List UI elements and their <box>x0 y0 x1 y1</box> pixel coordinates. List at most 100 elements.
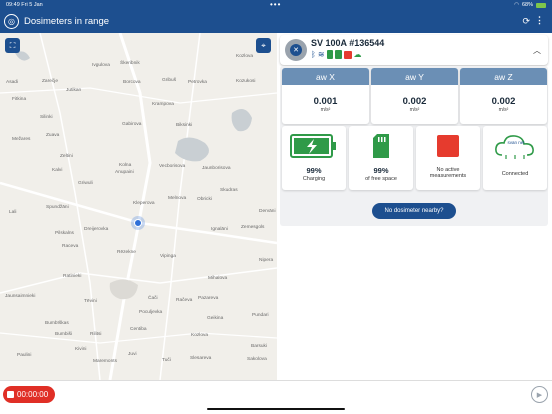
battery-label: Charging <box>302 176 326 182</box>
device-status-icons: ᛒ ≋ ☁ <box>311 50 362 59</box>
town-label: Silinki <box>40 115 53 120</box>
more-vert-icon[interactable]: ⋮ <box>535 15 544 26</box>
status-time: 09:49 Fri 5 Jan <box>6 2 43 8</box>
town-label: Ratinieki <box>63 274 82 279</box>
axis-label: aw Y <box>371 68 458 85</box>
refresh-icon[interactable]: ⟳ <box>522 16 530 27</box>
town-label: Kozlova <box>236 54 254 59</box>
no-dosimeter-nearby-button[interactable]: No dosimeter nearby? <box>372 203 456 219</box>
town-label: Kozukosi <box>236 79 256 84</box>
connection-label: Connected <box>501 171 529 177</box>
town-label: Paulini <box>17 353 32 358</box>
wifi-icon: ◠ <box>514 2 519 8</box>
town-label: Rilitsi <box>90 332 102 337</box>
axis-value: 0.002 <box>402 96 427 107</box>
measurement-card: No active measurements <box>416 126 480 190</box>
town-label: Vipinga <box>160 254 176 259</box>
town-label: Asadi <box>6 80 18 85</box>
town-label: Maremonts <box>93 359 117 364</box>
bluetooth-icon: ᛒ <box>311 50 316 59</box>
record-timer: 00:00:00 <box>17 390 49 399</box>
stop-square-icon <box>437 135 459 157</box>
device-card[interactable]: ✕ SV 100A #136544 ᛒ ≋ ☁ ︿ <box>280 35 548 65</box>
battery-status-icon <box>326 50 333 59</box>
cloud-status-icon: ☁ <box>353 50 362 59</box>
axis-unit: m/s² <box>320 107 331 113</box>
town-label: Dervāni <box>259 209 276 214</box>
device-panel: ✕ SV 100A #136544 ᛒ ≋ ☁ ︿ aw X 0.001 m/s… <box>277 33 552 380</box>
home-indicator[interactable] <box>207 408 345 410</box>
app-bar: ◎ Dosimeters in range ⟳ ⋮ <box>0 11 552 33</box>
axis-label: aw Z <box>460 68 547 85</box>
town-label: Obricki <box>197 197 212 202</box>
svan-net-text: svan net <box>507 140 525 145</box>
bottom-bar: 00:00:00 ▶ <box>0 380 552 414</box>
town-label: Krampova <box>152 102 174 107</box>
town-label: Mežares <box>12 137 31 142</box>
town-label: Zuava <box>46 133 60 138</box>
town-label: Kozlova <box>191 333 209 338</box>
town-label: Zemesgols <box>241 225 265 230</box>
fullscreen-button[interactable]: ⛶ <box>5 38 20 53</box>
status-right: ◠ 68% <box>514 2 546 8</box>
battery-card: 99% Charging <box>282 126 346 190</box>
town-label: Poculjevka <box>139 310 163 315</box>
play-button[interactable]: ▶ <box>531 386 548 403</box>
town-label: Tuči <box>162 358 171 363</box>
town-label: Jaunborisova <box>202 166 231 171</box>
town-label: Griwuli <box>78 181 93 186</box>
town-label: Skudras <box>220 188 238 193</box>
map-view[interactable]: Ivgulova Škeribnik Kozlova Asadi Zarečje… <box>0 33 277 380</box>
town-label: Gabirova <box>122 122 142 127</box>
axis-value: 0.001 <box>313 96 338 107</box>
current-location-marker <box>134 219 142 227</box>
town-label: Nipera <box>259 258 274 263</box>
town-label: Račeva <box>176 298 193 303</box>
battery-charging-icon <box>290 134 336 158</box>
sd-card-icon <box>373 134 389 158</box>
axis-unit: m/s² <box>409 107 420 113</box>
town-label: Raceva <box>62 244 79 249</box>
vibration-icon: ≋ <box>317 50 325 59</box>
town-label: Ivgulova <box>92 63 110 68</box>
town-label: Geikina <box>207 316 224 321</box>
town-label: Vecborisova <box>159 164 186 169</box>
measurement-label: No active measurements <box>429 167 467 179</box>
town-label: Biksinki <box>176 123 193 128</box>
svantek-logo-icon: ◎ <box>4 14 19 29</box>
town-label: Mihalova <box>208 276 228 281</box>
device-name: SV 100A #136544 <box>311 38 385 48</box>
town-label: Pilskalns <box>55 231 74 236</box>
storage-card: 99% of free space <box>349 126 413 190</box>
axis-value: 0.002 <box>491 96 516 107</box>
chevron-up-icon[interactable]: ︿ <box>533 45 541 56</box>
multitask-dots[interactable]: ••• <box>270 0 281 9</box>
device-icon: ✕ <box>285 39 307 61</box>
storage-label: of free space <box>365 176 397 182</box>
town-label: Bumbiši <box>55 332 73 337</box>
town-label: Ignalāni <box>211 227 228 232</box>
town-label: Čači <box>148 296 158 301</box>
record-icon <box>7 391 14 398</box>
town-label: Kalvi <box>52 168 63 173</box>
axis-card-z: aw Z 0.002 m/s² <box>460 68 547 124</box>
town-label: Lali <box>9 210 17 215</box>
town-label: Pazareva <box>198 296 219 301</box>
town-label: Zarečje <box>42 79 58 84</box>
town-label: Borcova <box>123 80 141 85</box>
town-label: Jutikan <box>66 88 82 93</box>
town-label: Anupaini <box>115 170 134 175</box>
town-label: Tēvini <box>84 299 97 304</box>
battery-value: 99% <box>306 166 322 175</box>
record-button[interactable]: 00:00:00 <box>3 386 55 403</box>
town-label: Kleperova <box>133 201 155 206</box>
my-location-button[interactable]: ⌖ <box>256 38 271 53</box>
axis-card-x: aw X 0.001 m/s² <box>282 68 369 124</box>
axis-label: aw X <box>282 68 369 85</box>
status-bar: 09:49 Fri 5 Jan ••• ◠ 68% <box>0 0 552 11</box>
town-label: Barsuki <box>251 344 267 349</box>
sd-card-status-icon <box>334 50 342 59</box>
town-label: Bumbīškas <box>45 321 69 326</box>
page-title: Dosimeters in range <box>24 16 110 27</box>
town-label: Dreijerovka <box>84 227 109 232</box>
